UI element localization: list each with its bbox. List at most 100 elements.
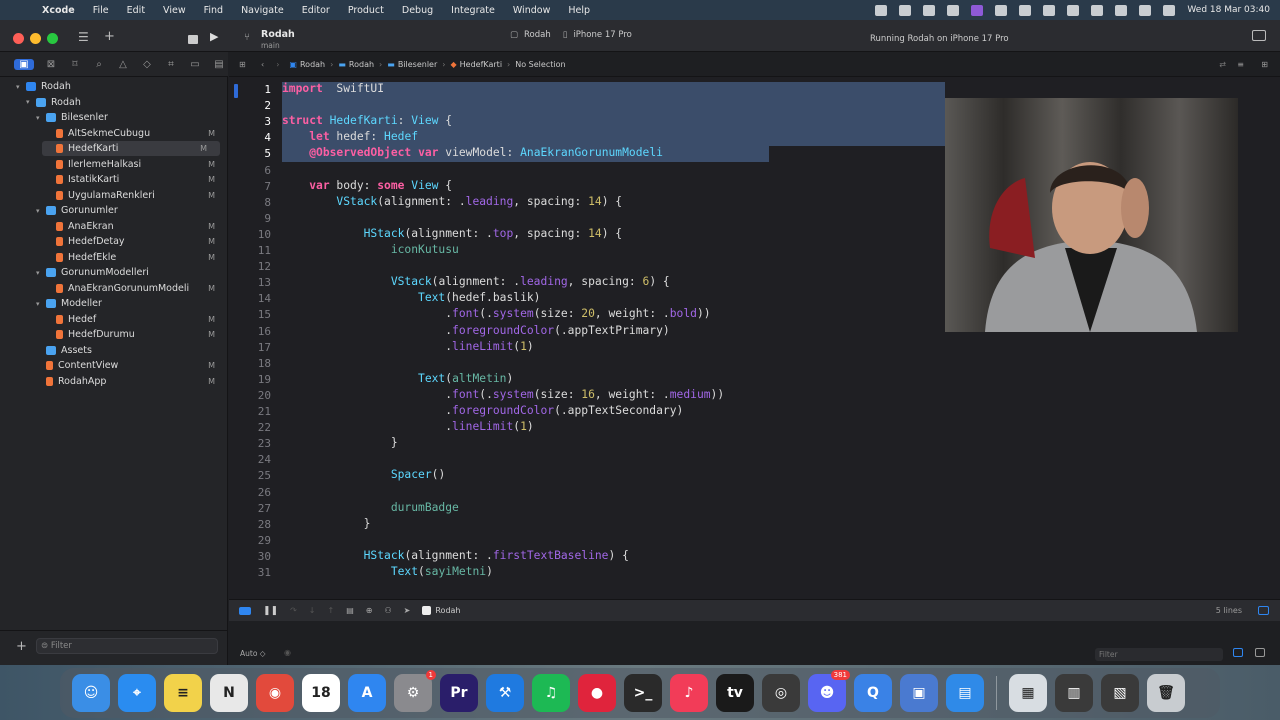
discord-dock-icon[interactable]: ☻ 381 bbox=[808, 670, 850, 712]
minimize-window-button[interactable] bbox=[30, 33, 41, 44]
disclosure-open-icon[interactable]: ▾ bbox=[26, 98, 36, 106]
console-mode[interactable]: Auto ◇ bbox=[240, 649, 266, 658]
add-editor-icon[interactable]: ⊞ bbox=[1261, 60, 1268, 69]
console-toggle-icon[interactable] bbox=[239, 606, 251, 615]
search-icon[interactable] bbox=[1115, 4, 1128, 16]
menu-edit[interactable]: Edit bbox=[127, 5, 145, 16]
menu-debug[interactable]: Debug bbox=[402, 5, 433, 16]
scheme-name[interactable]: Rodah bbox=[524, 30, 551, 40]
run-button[interactable]: ▶ bbox=[210, 30, 218, 43]
bookmark-icon[interactable]: ⌑ bbox=[68, 59, 82, 70]
variables-view-icon[interactable] bbox=[1233, 648, 1243, 657]
menu-product[interactable]: Product bbox=[348, 5, 384, 16]
menu-app-name[interactable]: Xcode bbox=[42, 5, 75, 16]
debug-navigator-icon[interactable]: ⌗ bbox=[164, 59, 178, 70]
navigator-item[interactable]: HedefDurumu M bbox=[0, 327, 228, 342]
spotify-dock-icon[interactable]: ♫ bbox=[532, 674, 570, 712]
code-line[interactable]: Text(hedef.baslik) bbox=[282, 291, 540, 304]
menu-view[interactable]: View bbox=[163, 5, 186, 16]
navigator-item[interactable]: UygulamaRenkleri M bbox=[0, 188, 228, 203]
finder-dock-icon[interactable]: ☺ bbox=[72, 674, 110, 712]
step-out-icon[interactable]: ↑ bbox=[328, 606, 335, 615]
code-line[interactable]: struct HedefKarti: View { bbox=[282, 114, 452, 127]
zoom-window-button[interactable] bbox=[47, 33, 58, 44]
quicktime-dock-icon[interactable]: Q bbox=[854, 674, 892, 712]
memory-graph-icon[interactable]: ⊕ bbox=[366, 606, 373, 615]
terminal-dock-icon[interactable]: >_ bbox=[624, 674, 662, 712]
console-view-icon[interactable] bbox=[1255, 648, 1265, 657]
code-line[interactable]: .font(.system(size: 20, weight: .bold)) bbox=[282, 307, 710, 320]
menu-file[interactable]: File bbox=[93, 5, 109, 16]
back-icon[interactable]: ‹ bbox=[261, 60, 264, 69]
navigator-item[interactable]: HedefDetay M bbox=[0, 234, 228, 249]
status-screen-icon[interactable] bbox=[971, 4, 984, 16]
calendar-dock-icon[interactable]: 18 bbox=[302, 674, 340, 712]
navigator-filter-field[interactable]: ⊜ Filter bbox=[36, 638, 218, 654]
source-control-icon[interactable]: ⊠ bbox=[44, 59, 58, 70]
editor-options-icon[interactable]: ≡ bbox=[1237, 60, 1244, 69]
test-navigator-icon[interactable]: ◇ bbox=[140, 59, 154, 70]
navigator-toggle-icon[interactable]: ☰ bbox=[78, 30, 89, 44]
navigator-item[interactable]: HedefKarti M bbox=[42, 141, 220, 156]
music-dock-icon[interactable]: ♪ bbox=[670, 674, 708, 712]
code-line[interactable]: iconKutusu bbox=[282, 243, 459, 256]
safari-dock-icon[interactable]: ⌖ bbox=[118, 674, 156, 712]
trash-dock-icon[interactable]: 🗑 bbox=[1147, 674, 1185, 712]
news-dock-icon[interactable]: N bbox=[210, 674, 248, 712]
navigator-item[interactable]: HedefEkle M bbox=[0, 250, 228, 265]
navigator-item[interactable]: ▾ Bilesenler bbox=[0, 110, 228, 125]
add-icon[interactable]: + bbox=[104, 29, 115, 44]
code-line[interactable]: let hedef: Hedef bbox=[282, 130, 418, 143]
disclosure-open-icon[interactable]: ▾ bbox=[36, 300, 46, 308]
forward-icon[interactable]: › bbox=[276, 60, 279, 69]
status-record-icon[interactable] bbox=[875, 4, 888, 16]
status-check-icon[interactable] bbox=[1019, 4, 1032, 16]
code-line[interactable]: .foregroundColor(.appTextPrimary) bbox=[282, 324, 669, 337]
scheme-selector[interactable]: ▢ Rodah ▯ iPhone 17 Pro bbox=[510, 30, 632, 40]
navigator-item[interactable]: ▾ Gorunumler bbox=[0, 203, 228, 218]
xcode-dock-icon[interactable]: ⚒ bbox=[486, 674, 524, 712]
environment-icon[interactable]: ⚇ bbox=[384, 606, 391, 615]
code-line[interactable]: @ObservedObject var viewModel: AnaEkranG… bbox=[282, 146, 663, 159]
inspector-toggle-icon[interactable] bbox=[1252, 30, 1266, 41]
code-line[interactable]: .lineLimit(1) bbox=[282, 340, 533, 353]
breadcrumb-tail[interactable]: No Selection bbox=[515, 60, 565, 69]
siri-icon[interactable] bbox=[1163, 4, 1176, 16]
status-play-icon[interactable] bbox=[1043, 4, 1056, 16]
disclosure-open-icon[interactable]: ▾ bbox=[36, 114, 46, 122]
menu-find[interactable]: Find bbox=[204, 5, 223, 16]
step-over-icon[interactable]: ↷ bbox=[290, 606, 297, 615]
control-center-icon[interactable] bbox=[1139, 4, 1152, 16]
app-store-dock-icon[interactable]: A bbox=[348, 674, 386, 712]
code-line[interactable]: } bbox=[282, 436, 398, 449]
panel-toggle-icon[interactable] bbox=[1258, 606, 1269, 615]
obs-dock-icon[interactable]: ◎ bbox=[762, 674, 800, 712]
code-line[interactable]: Text(sayiMetni) bbox=[282, 565, 493, 578]
breakpoint-navigator-icon[interactable]: ▭ bbox=[188, 59, 202, 70]
breadcrumb-item[interactable]: HedefKarti bbox=[460, 60, 502, 69]
navigator-item[interactable]: ▾ GorunumModelleri bbox=[0, 265, 228, 280]
view-hierarchy-icon[interactable]: ▤ bbox=[346, 606, 354, 615]
status-input-icon[interactable] bbox=[1067, 4, 1080, 16]
navigator-item[interactable]: AnaEkran M bbox=[0, 219, 228, 234]
stop-button[interactable] bbox=[188, 35, 198, 44]
step-in-icon[interactable]: ↓ bbox=[309, 606, 316, 615]
code-line[interactable]: } bbox=[282, 517, 371, 530]
disclosure-open-icon[interactable]: ▾ bbox=[36, 207, 46, 215]
simulate-location-icon[interactable]: ➤ bbox=[404, 606, 411, 615]
debug-target[interactable]: Rodah bbox=[435, 606, 460, 615]
code-line[interactable]: .lineLimit(1) bbox=[282, 420, 533, 433]
code-line[interactable]: VStack(alignment: .leading, spacing: 14)… bbox=[282, 195, 622, 208]
console-filter-field[interactable]: Filter bbox=[1095, 648, 1223, 661]
disclosure-open-icon[interactable]: ▾ bbox=[36, 269, 46, 277]
screen-recorder-dock-icon[interactable]: ● bbox=[578, 674, 616, 712]
menu-help[interactable]: Help bbox=[568, 5, 590, 16]
disclosure-open-icon[interactable]: ▾ bbox=[16, 83, 26, 91]
console-eye-icon[interactable]: ◉ bbox=[284, 648, 291, 657]
issue-navigator-icon[interactable]: △ bbox=[116, 59, 130, 70]
navigator-item[interactable]: Hedef M bbox=[0, 312, 228, 327]
code-line[interactable]: Spacer() bbox=[282, 468, 445, 481]
window-stack-dock-icon[interactable]: ▥ bbox=[1055, 674, 1093, 712]
preview-docs-dock-icon[interactable]: ▦ bbox=[1009, 674, 1047, 712]
navigator-item[interactable]: Assets bbox=[0, 343, 228, 358]
